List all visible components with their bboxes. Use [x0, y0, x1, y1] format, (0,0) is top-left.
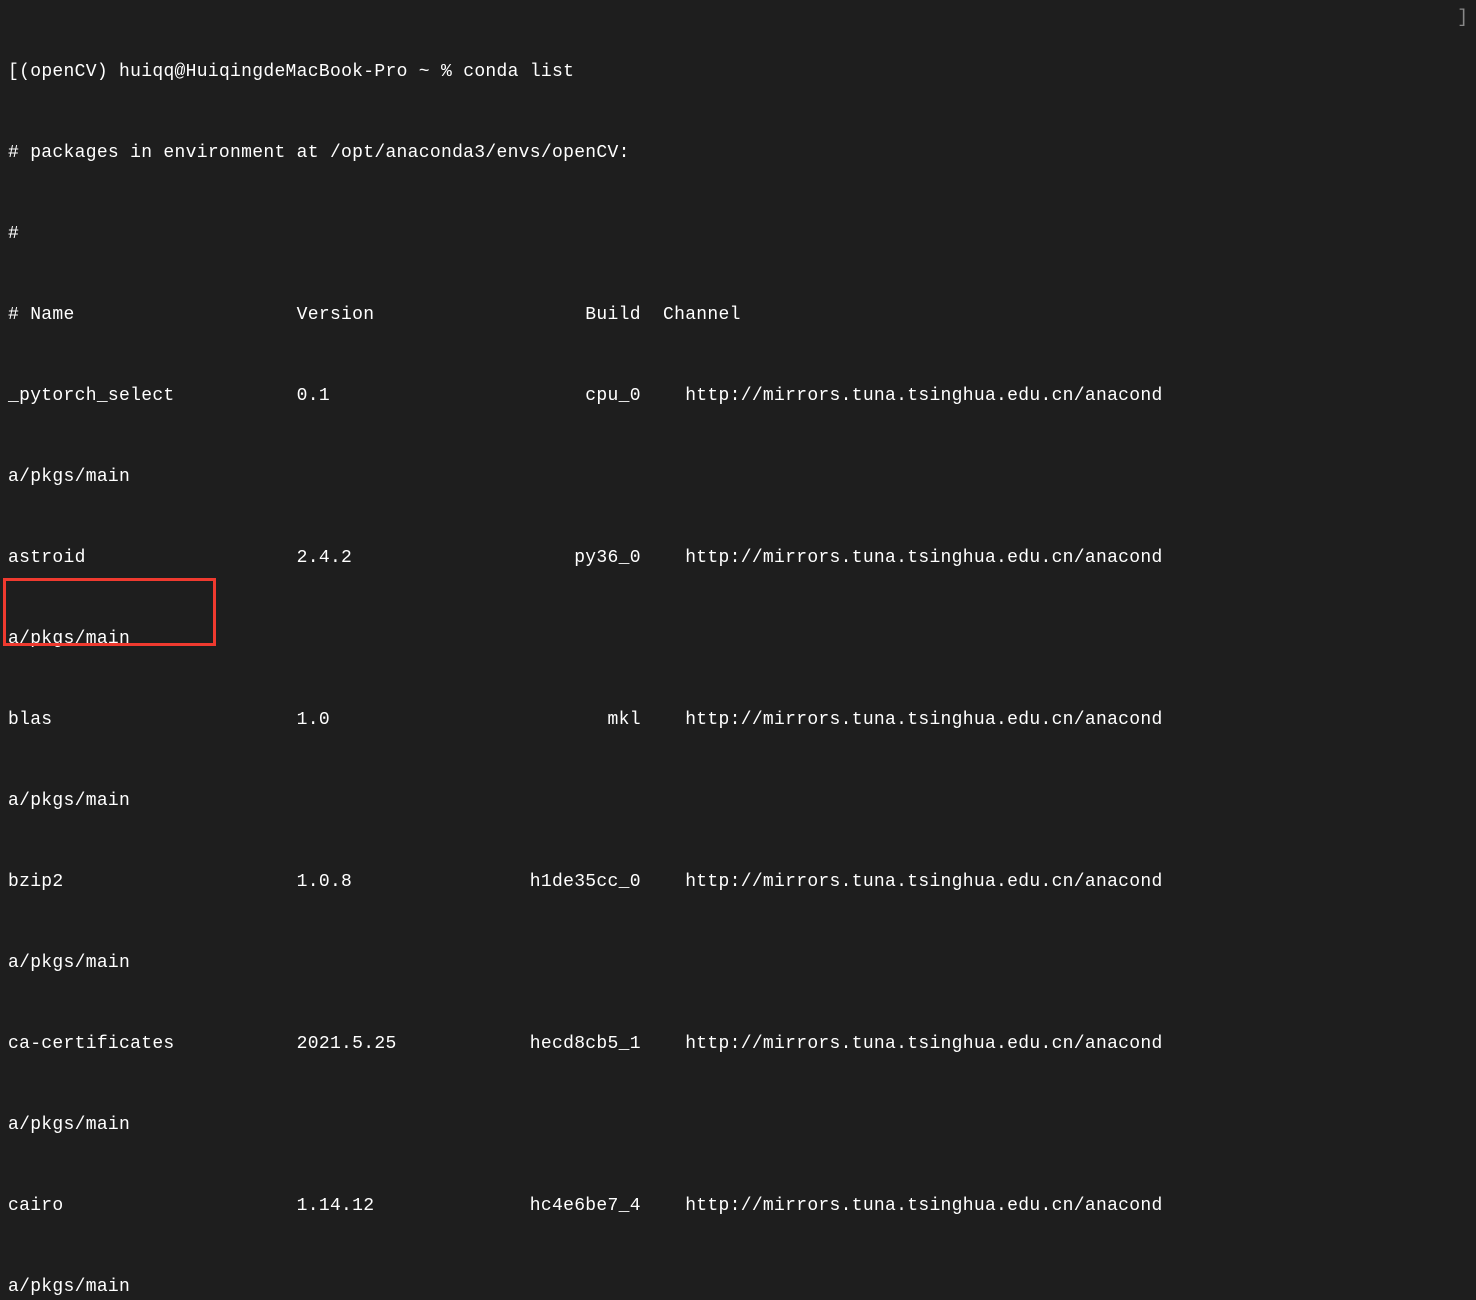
package-row-wrap: a/pkgs/main [8, 1112, 1468, 1139]
column-header: # Name Version Build Channel [8, 302, 1468, 329]
package-row-wrap: a/pkgs/main [8, 464, 1468, 491]
scroll-bracket-open: [ [8, 62, 19, 82]
prompt-line: [(openCV) huiqq@HuiqingdeMacBook-Pro ~ %… [8, 59, 1468, 86]
package-row: cairo 1.14.12 hc4e6be7_4 http://mirrors.… [8, 1193, 1468, 1220]
comment-line-1: # packages in environment at /opt/anacon… [8, 140, 1468, 167]
env-name: (openCV) [19, 62, 119, 82]
comment-line-2: # [8, 221, 1468, 248]
package-row: _pytorch_select 0.1 cpu_0 http://mirrors… [8, 383, 1468, 410]
package-row: astroid 2.4.2 py36_0 http://mirrors.tuna… [8, 545, 1468, 572]
package-row-wrap: a/pkgs/main [8, 626, 1468, 653]
cwd: ~ [419, 62, 441, 82]
user-host: huiqq@HuiqingdeMacBook-Pro [119, 62, 419, 82]
package-row: ca-certificates 2021.5.25 hecd8cb5_1 htt… [8, 1031, 1468, 1058]
terminal-output[interactable]: [(openCV) huiqq@HuiqingdeMacBook-Pro ~ %… [0, 0, 1476, 1300]
command-text: conda list [463, 62, 574, 82]
package-row: bzip2 1.0.8 h1de35cc_0 http://mirrors.tu… [8, 869, 1468, 896]
package-row: blas 1.0 mkl http://mirrors.tuna.tsinghu… [8, 707, 1468, 734]
scroll-bracket-close: ] [1457, 5, 1468, 32]
package-row-wrap: a/pkgs/main [8, 950, 1468, 977]
prompt-symbol: % [441, 62, 463, 82]
package-row-wrap: a/pkgs/main [8, 1274, 1468, 1300]
package-row-wrap: a/pkgs/main [8, 788, 1468, 815]
